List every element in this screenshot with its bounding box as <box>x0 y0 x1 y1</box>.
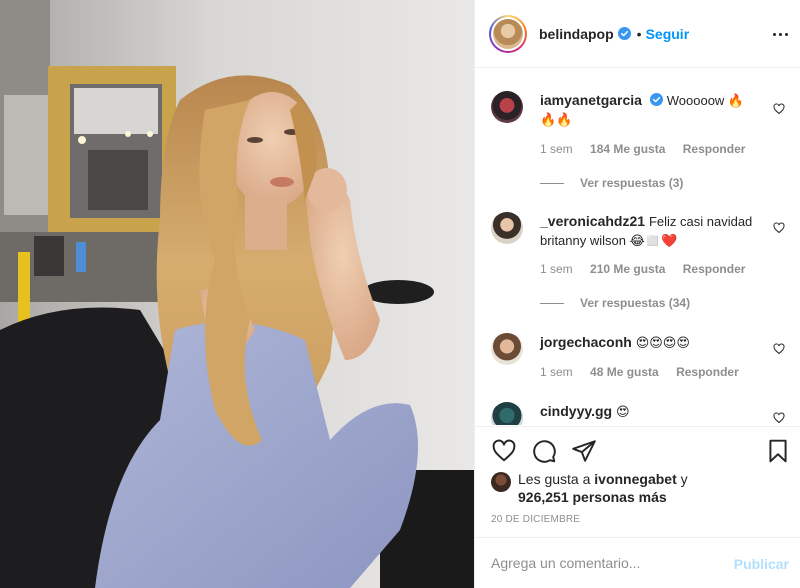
post-panel: belindapop • Seguir iamyanetgarcia Woooo… <box>474 0 800 588</box>
view-replies-button[interactable]: Ver respuestas (34) <box>540 296 690 310</box>
publish-button[interactable]: Publicar <box>734 556 789 572</box>
more-horizontal-icon[interactable] <box>773 26 789 42</box>
commenter-avatar[interactable] <box>491 402 523 425</box>
comment-time: 1 sem <box>540 142 573 156</box>
follow-button[interactable]: Seguir <box>646 26 690 42</box>
author-username[interactable]: belindapop <box>539 26 614 42</box>
view-replies-label: Ver respuestas (34) <box>580 296 691 310</box>
verified-badge-icon <box>649 93 663 106</box>
author-avatar[interactable] <box>489 14 527 53</box>
post-photo[interactable] <box>0 0 474 588</box>
share-icon[interactable] <box>571 438 597 464</box>
comment-username[interactable]: cindyyy.gg <box>540 403 612 419</box>
comment-likes[interactable]: 184 Me gusta <box>590 142 665 156</box>
likes-connector: y <box>680 471 688 487</box>
comment-meta: 1 sem 210 Me gusta Responder <box>540 262 759 276</box>
likes-prefix: Les gusta a <box>518 471 591 487</box>
comment-username[interactable]: _veronicahdz21 <box>540 213 645 229</box>
reply-button[interactable]: Responder <box>683 142 746 156</box>
liker-avatar[interactable] <box>491 472 511 492</box>
comment-like-heart-icon[interactable] <box>773 222 785 234</box>
view-replies-label: Ver respuestas (3) <box>580 176 684 190</box>
header-separator: • <box>636 25 642 42</box>
add-comment-bar: Publicar <box>475 537 800 588</box>
heart-icon[interactable] <box>491 438 517 464</box>
instagram-post: belindapop • Seguir iamyanetgarcia Woooo… <box>0 0 800 588</box>
reply-button[interactable]: Responder <box>676 365 739 379</box>
comment-username[interactable]: iamyanetgarcia <box>540 92 642 108</box>
comments-list[interactable]: iamyanetgarcia Wooooow 🔥🔥🔥 1 sem 184 Me … <box>475 69 800 425</box>
post-date[interactable]: 20 DE DICIEMBRE <box>491 514 580 525</box>
comment-like-heart-icon[interactable] <box>773 412 785 424</box>
post-image <box>0 0 474 588</box>
comment-meta: 1 sem 48 Me gusta Responder <box>540 365 753 379</box>
comment-time: 1 sem <box>540 365 573 379</box>
comment-icon[interactable] <box>531 438 557 464</box>
comment-likes[interactable]: 48 Me gusta <box>590 365 659 379</box>
bookmark-icon[interactable] <box>765 438 791 464</box>
comment-text: 😍😍😍😍 <box>635 335 690 350</box>
comment-input[interactable] <box>491 555 711 571</box>
post-actions <box>475 426 800 474</box>
comment-likes[interactable]: 210 Me gusta <box>590 262 665 276</box>
comment-time: 1 sem <box>540 262 573 276</box>
post-header: belindapop • Seguir <box>475 0 800 68</box>
view-replies-button[interactable]: Ver respuestas (3) <box>540 176 683 190</box>
reply-button[interactable]: Responder <box>683 262 746 276</box>
liker-username[interactable]: ivonnegabet <box>594 471 676 487</box>
comment-like-heart-icon[interactable] <box>773 343 785 355</box>
likes-count[interactable]: 926,251 personas más <box>518 489 667 505</box>
commenter-avatar[interactable] <box>491 212 523 244</box>
comment-text: 😍 <box>615 404 630 419</box>
comment-meta: 1 sem 184 Me gusta Responder <box>540 142 759 156</box>
replies-divider <box>540 182 564 184</box>
comment-like-heart-icon[interactable] <box>773 103 785 115</box>
commenter-avatar[interactable] <box>491 333 523 365</box>
commenter-avatar[interactable] <box>491 91 523 123</box>
replies-divider <box>540 302 564 304</box>
verified-badge-icon <box>617 27 631 40</box>
comment-username[interactable]: jorgechaconh <box>540 334 632 350</box>
